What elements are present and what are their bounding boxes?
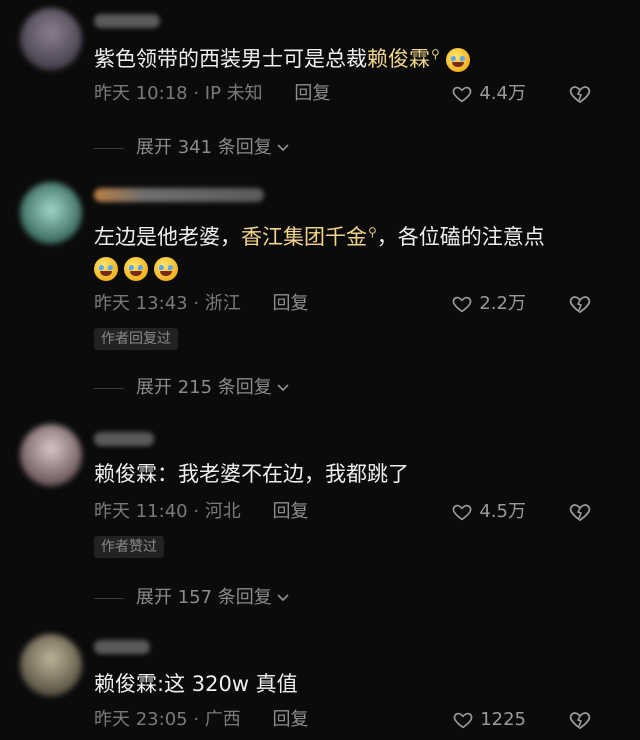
reply-button[interactable]: 回复 xyxy=(273,501,309,522)
divider xyxy=(94,387,124,389)
heart-icon xyxy=(452,86,472,103)
comment-meta: 昨天 10:18 · IP 未知 回复 4.4万 xyxy=(94,80,616,108)
comment-text: 赖俊霖：我老婆不在边，我都跳了 xyxy=(94,462,409,486)
like-button[interactable]: 4.4万 xyxy=(451,80,526,108)
heart-icon xyxy=(452,296,472,313)
emoji-row xyxy=(94,252,616,284)
username[interactable] xyxy=(94,640,150,654)
avatar[interactable] xyxy=(20,8,82,70)
like-button[interactable]: 1225 xyxy=(452,706,526,734)
time-location: 昨天 11:40 · 河北 xyxy=(94,501,241,522)
broken-heart-icon[interactable] xyxy=(568,500,592,524)
emoji-icon xyxy=(94,257,118,281)
broken-heart-icon[interactable] xyxy=(568,82,592,106)
time-location: 昨天 13:43 · 浙江 xyxy=(94,293,241,314)
divider xyxy=(94,147,124,149)
heart-icon xyxy=(453,712,473,729)
divider xyxy=(94,597,124,599)
like-button[interactable]: 4.5万 xyxy=(451,498,526,526)
comment-text: 赖俊霖:这 320w 真值 xyxy=(94,672,298,696)
username[interactable] xyxy=(94,432,154,446)
emoji-icon xyxy=(124,257,148,281)
avatar[interactable] xyxy=(20,424,82,486)
username[interactable] xyxy=(94,188,264,202)
search-icon[interactable]: ⚲ xyxy=(431,47,440,61)
emoji-icon xyxy=(445,48,470,72)
broken-heart-icon[interactable] xyxy=(568,708,592,732)
time-location: 昨天 23:05 · 广西 xyxy=(94,709,241,730)
chevron-down-icon xyxy=(277,384,289,392)
heart-icon xyxy=(452,504,472,521)
like-button[interactable]: 2.2万 xyxy=(451,290,526,318)
mention-link[interactable]: 赖俊霖 xyxy=(367,47,430,71)
author-liked-badge: 作者赞过 xyxy=(94,536,164,558)
time-location: 昨天 10:18 · IP 未知 xyxy=(94,83,263,104)
like-count: 1225 xyxy=(480,709,526,730)
expand-replies-button[interactable]: 展开 341 条回复 xyxy=(94,134,290,162)
reply-button[interactable]: 回复 xyxy=(273,709,309,730)
comment-meta: 昨天 23:05 · 广西 回复 1225 xyxy=(94,706,616,734)
like-count: 4.5万 xyxy=(479,501,526,522)
comment-text: 左边是他老婆，香江集团千金⚲，各位磕的注意点 xyxy=(94,225,545,249)
author-replied-badge: 作者回复过 xyxy=(94,328,178,350)
expand-replies-button[interactable]: 展开 157 条回复 xyxy=(94,584,290,612)
comment-list: 紫色领带的西装男士可是总裁赖俊霖⚲ 昨天 10:18 · IP 未知 回复 4.… xyxy=(0,0,640,740)
username[interactable] xyxy=(94,14,160,28)
chevron-down-icon xyxy=(277,594,289,602)
reply-button[interactable]: 回复 xyxy=(273,293,309,314)
mention-link[interactable]: 香江集团千金 xyxy=(241,225,367,249)
emoji-icon xyxy=(154,257,178,281)
search-icon[interactable]: ⚲ xyxy=(368,225,377,239)
like-count: 2.2万 xyxy=(479,293,526,314)
expand-replies-button[interactable]: 展开 215 条回复 xyxy=(94,374,290,402)
broken-heart-icon[interactable] xyxy=(568,292,592,316)
chevron-down-icon xyxy=(277,144,289,152)
comment-meta: 昨天 13:43 · 浙江 回复 2.2万 xyxy=(94,290,616,318)
comment-text: 紫色领带的西装男士可是总裁赖俊霖⚲ xyxy=(94,38,616,75)
avatar[interactable] xyxy=(20,634,82,696)
comment-meta: 昨天 11:40 · 河北 回复 4.5万 xyxy=(94,498,616,526)
avatar[interactable] xyxy=(20,182,82,244)
reply-button[interactable]: 回复 xyxy=(294,83,330,104)
like-count: 4.4万 xyxy=(479,83,526,104)
